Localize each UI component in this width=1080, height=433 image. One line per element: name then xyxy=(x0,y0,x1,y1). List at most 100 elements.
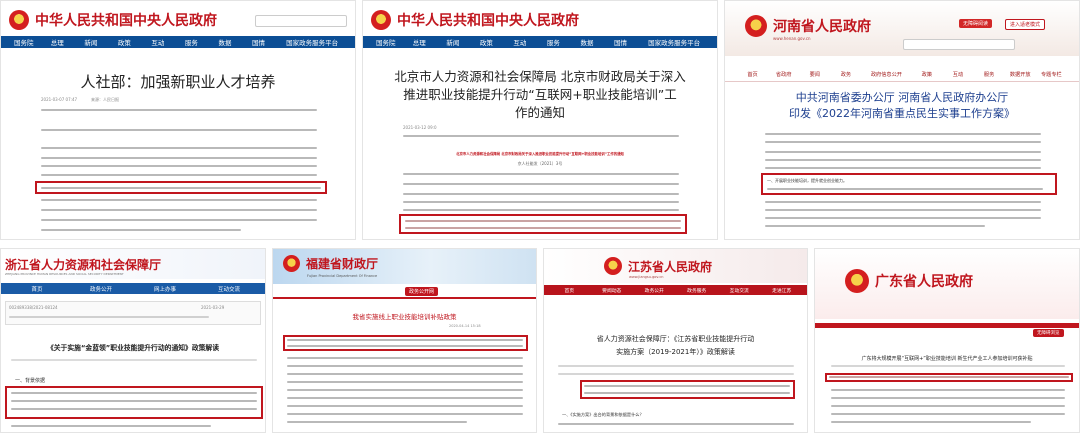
nav-item[interactable]: 总理 xyxy=(41,37,75,47)
nav-item[interactable]: 走进江苏 xyxy=(761,287,804,294)
nav-item[interactable]: 服务 xyxy=(974,71,1005,78)
nav-item[interactable]: 互动 xyxy=(141,37,175,47)
nav-item[interactable]: 数据开放 xyxy=(1005,71,1036,78)
provincial-emblem-icon xyxy=(604,257,622,275)
document-red-heading: 北京市人力资源和社会保障局 北京市财政局关于深入推进职业技能提升行动“互联网+职… xyxy=(456,152,624,156)
site-title[interactable]: 广东省人民政府 xyxy=(875,271,973,291)
provincial-emblem-icon xyxy=(845,269,869,293)
screenshot-panel-zhejiang: 浙江省人力资源和社会保障厅 ZHEJIANG PROVINCE HUMAN RE… xyxy=(0,248,266,433)
document-number: 002489338/2021-08124 xyxy=(9,305,58,310)
elder-mode-button[interactable]: 进入适老模式 xyxy=(1005,19,1046,30)
document-number: 京人社能发〔2021〕3号 xyxy=(517,161,563,166)
nav-item[interactable]: 国情 xyxy=(242,37,276,47)
nav-item[interactable]: 首页 xyxy=(5,285,69,293)
nav-item[interactable]: 专题专栏 xyxy=(1036,71,1067,78)
site-header: 广东省人民政府 xyxy=(845,269,973,293)
highlight-box xyxy=(399,214,687,234)
site-header: 河南省人民政府 xyxy=(745,15,871,37)
highlight-box xyxy=(761,173,1057,195)
nav-item[interactable]: 政策 xyxy=(108,37,142,47)
publish-date: 2020-04-14 15:18 xyxy=(449,324,481,328)
article-title-line-2: 印发《2022年河南省重点民生实事工作方案》 xyxy=(789,107,1015,120)
site-header: 中华人民共和国中央人民政府 xyxy=(371,10,579,30)
screenshot-panel-guangdong: 广东省人民政府 无障碍浏览 广东将大规模开展“互联网+”职业技能培训 新生代产业… xyxy=(814,248,1080,433)
main-nav: 国务院 总理 新闻 政策 互动 服务 数据 国情 国家政务服务平台 xyxy=(363,36,717,48)
nav-item[interactable]: 政策 xyxy=(470,37,504,47)
site-title[interactable]: 中华人民共和国中央人民政府 xyxy=(35,10,217,30)
main-nav: 国务院 总理 新闻 政策 互动 服务 数据 国情 国家政务服务平台 xyxy=(1,36,355,48)
site-url: www.henan.gov.cn xyxy=(773,36,811,41)
main-nav: 首页 省政府 要闻 政务 政府信息公开 政策 互动 服务 数据开放 专题专栏 xyxy=(725,69,1079,79)
nav-item[interactable]: 政策 xyxy=(911,71,942,78)
nav-item[interactable]: 国家政务服务平台 xyxy=(275,37,349,47)
nav-item[interactable]: 首页 xyxy=(737,71,768,78)
screenshot-panel-jiangsu: 江苏省人民政府 www.jiangsu.gov.cn 首页 要闻动态 政务公开 … xyxy=(543,248,808,433)
article-title-line-3: 作的通知 xyxy=(514,105,565,120)
nav-item[interactable]: 服务 xyxy=(537,37,571,47)
nav-item[interactable]: 互动交流 xyxy=(197,285,261,293)
nav-item[interactable]: 要闻 xyxy=(799,71,830,78)
publish-date: 2021-03-12 09:0 xyxy=(403,125,437,130)
nav-item[interactable]: 政务 xyxy=(830,71,861,78)
article-title: 人社部：加强新职业人才培养 xyxy=(80,73,276,91)
article-title-line-1: 中共河南省委办公厅 河南省人民政府办公厅 xyxy=(795,91,1009,104)
nav-item[interactable]: 省政府 xyxy=(768,71,799,78)
nav-item[interactable]: 要闻动态 xyxy=(591,287,634,294)
nav-item[interactable]: 政府信息公开 xyxy=(862,71,912,78)
nav-item[interactable]: 首页 xyxy=(548,287,591,294)
site-header: 福建省财政厅 xyxy=(283,255,378,272)
article-title-line-2: 推进职业技能提升行动“互联网+职业技能培训”工 xyxy=(403,87,677,102)
publish-date: 2021-03-07 07:47 xyxy=(41,97,78,102)
article-title-line-2: 实施方案（2019-2021年）》政策解读 xyxy=(616,348,735,356)
nav-item[interactable]: 数据 xyxy=(570,37,604,47)
nav-item[interactable]: 数据 xyxy=(208,37,242,47)
nav-item[interactable]: 国务院 xyxy=(7,37,41,47)
nav-item[interactable]: 互动 xyxy=(942,71,973,78)
publish-date: 2021-03-29 xyxy=(201,305,225,310)
accessibility-read-button[interactable]: 无障碍阅读 xyxy=(959,19,993,28)
nav-item[interactable]: 互动 xyxy=(503,37,537,47)
highlighted-text: 一、开展职业技能培训，提升就业创业能力。 xyxy=(767,178,847,183)
tab-open-government[interactable]: 政务公开网 xyxy=(405,287,439,296)
nav-item[interactable]: 政务公开 xyxy=(69,285,133,293)
main-nav: 首页 要闻动态 政务公开 政务服务 互动交流 走进江苏 xyxy=(544,285,807,295)
provincial-emblem-icon xyxy=(745,15,767,37)
section-heading: 一、背景依据 xyxy=(15,378,46,384)
nav-item[interactable]: 总理 xyxy=(403,37,437,47)
site-title[interactable]: 河南省人民政府 xyxy=(773,16,871,36)
nav-item[interactable]: 政务服务 xyxy=(676,287,719,294)
highlight-box xyxy=(580,380,795,399)
article-title: 我省实施线上职业技能培训补贴政策 xyxy=(352,313,457,321)
screenshot-panel-fujian: 福建省财政厅 Fujian Provincial Department Of F… xyxy=(272,248,537,433)
site-title[interactable]: 江苏省人民政府 xyxy=(628,258,712,275)
accessibility-browse-button[interactable]: 无障碍浏览 xyxy=(1033,329,1064,337)
nav-item[interactable]: 新闻 xyxy=(74,37,108,47)
search-input[interactable] xyxy=(903,39,1015,50)
site-header: 中华人民共和国中央人民政府 xyxy=(9,10,217,30)
nav-item[interactable]: 国家政务服务平台 xyxy=(637,37,711,47)
site-title[interactable]: 福建省财政厅 xyxy=(306,255,378,272)
nav-item[interactable]: 网上办事 xyxy=(133,285,197,293)
site-title-en: ZHEJIANG PROVINCE HUMAN RESOURCES AND SO… xyxy=(5,272,124,276)
nav-item[interactable]: 服务 xyxy=(175,37,209,47)
article-title: 《关于实施“金蓝领”职业技能提升行动的通知》政策解读 xyxy=(46,344,220,352)
article-title-line-1: 北京市人力资源和社会保障局 北京市财政局关于深入 xyxy=(394,69,686,84)
screenshot-panel-henan: 河南省人民政府 www.henan.gov.cn 无障碍阅读 进入适老模式 首页… xyxy=(724,0,1080,240)
national-emblem-icon xyxy=(283,255,300,272)
nav-item[interactable]: 新闻 xyxy=(436,37,470,47)
search-input[interactable] xyxy=(255,15,347,27)
site-title[interactable]: 浙江省人力资源和社会保障厅 xyxy=(5,256,161,273)
nav-item[interactable]: 互动交流 xyxy=(718,287,761,294)
national-emblem-icon xyxy=(9,10,29,30)
site-title[interactable]: 中华人民共和国中央人民政府 xyxy=(397,10,579,30)
nav-item[interactable]: 国务院 xyxy=(369,37,403,47)
nav-item[interactable]: 国情 xyxy=(604,37,638,47)
site-title-en: Fujian Provincial Department Of Finance xyxy=(307,274,378,278)
nav-item[interactable]: 政务公开 xyxy=(633,287,676,294)
national-emblem-icon xyxy=(371,10,391,30)
article-title-line-1: 省人力资源社会保障厅：《江苏省职业技能提升行动 xyxy=(596,335,755,343)
highlight-box xyxy=(283,335,528,351)
screenshot-panel-gov-cn-2: 中华人民共和国中央人民政府 国务院 总理 新闻 政策 互动 服务 数据 国情 国… xyxy=(362,0,718,240)
site-url: www.jiangsu.gov.cn xyxy=(629,275,664,279)
section-heading: 一、《实施方案》出台的背景和依据是什么？ xyxy=(562,412,644,417)
